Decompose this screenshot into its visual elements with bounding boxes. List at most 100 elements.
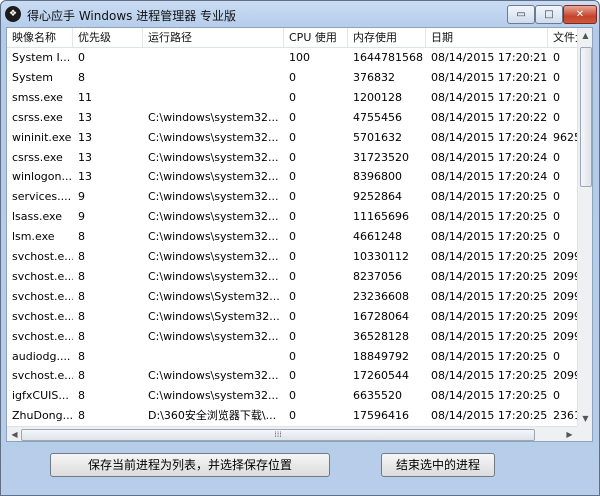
table-row[interactable]: svchost.e... 8 C:\windows\System32... 0 2323… bbox=[7, 287, 577, 306]
cell-cpu: 0 bbox=[289, 210, 296, 224]
vertical-scrollbar[interactable]: ▲ ▼ bbox=[577, 28, 592, 426]
cell-date: 08/14/2015 17:20:25 bbox=[431, 210, 548, 224]
cell-path bbox=[143, 88, 284, 107]
process-list[interactable]: 映像名称 优先级 运行路径 CPU 使用 内存使用 日期 文件大 System … bbox=[6, 27, 593, 442]
column-header-path[interactable]: 运行路径 bbox=[143, 28, 284, 47]
cell-file-size: 0 bbox=[553, 389, 560, 403]
cell-date: 08/14/2015 17:20:25 bbox=[431, 250, 548, 263]
cell-image-name: ZhuDong... bbox=[12, 409, 73, 423]
save-process-list-button[interactable]: 保存当前进程为列表，并选择保存位置 bbox=[50, 453, 330, 477]
cell-image-name: winlogon... bbox=[12, 170, 72, 184]
cell-date: 08/14/2015 17:20:22 bbox=[431, 110, 548, 124]
cell-path: C:\windows\System32... bbox=[148, 289, 280, 303]
cell-path: C:\windows\system32... bbox=[148, 170, 279, 184]
cell-priority: 8 bbox=[78, 329, 85, 343]
table-row[interactable]: ZhuDong... 8 D:\360安全浏览器下载\... 0 17596416 08/… bbox=[7, 406, 577, 425]
scroll-right-arrow-icon[interactable]: ▶ bbox=[562, 427, 577, 441]
table-row[interactable]: csrss.exe 13 C:\windows\system32... 0 317235… bbox=[7, 148, 577, 167]
cell-path: C:\windows\System32... bbox=[148, 309, 280, 323]
cell-date: 08/14/2015 17:20:25 bbox=[431, 369, 548, 383]
table-row[interactable]: svchost.e... 8 C:\windows\system32... 0 1726… bbox=[7, 366, 577, 385]
cell-image-name: smss.exe bbox=[12, 90, 63, 104]
cell-cpu: 0 bbox=[289, 309, 296, 323]
cell-date: 08/14/2015 17:20:25 bbox=[431, 190, 548, 204]
cell-date: 08/14/2015 17:20:25 bbox=[431, 289, 548, 303]
cell-file-size: 0 bbox=[553, 90, 560, 104]
column-header-priority[interactable]: 优先级 bbox=[73, 28, 143, 47]
app-logo-icon: ❖ bbox=[5, 6, 21, 22]
table-row[interactable]: smss.exe 11 0 1200128 08/14/2015 17:20:21 0 bbox=[7, 88, 577, 107]
cell-memory: 376832 bbox=[353, 70, 395, 84]
cell-file-size: 0 bbox=[553, 349, 560, 363]
cell-image-name: svchost.e... bbox=[12, 329, 73, 343]
maximize-button[interactable]: □ bbox=[535, 5, 563, 24]
cell-date: 08/14/2015 17:20:24 bbox=[431, 170, 548, 184]
table-row[interactable]: winlogon... 13 C:\windows\system32... 0 8396… bbox=[7, 167, 577, 186]
title-bar[interactable]: ❖ 得心应手 Windows 进程管理器 专业版 ▭ □ ✕ bbox=[1, 1, 599, 27]
column-header-image-name[interactable]: 映像名称 bbox=[7, 28, 73, 47]
vertical-scroll-thumb[interactable] bbox=[580, 47, 592, 187]
cell-cpu: 0 bbox=[289, 369, 296, 383]
cell-priority: 8 bbox=[78, 309, 85, 323]
cell-priority: 13 bbox=[78, 150, 92, 164]
cell-cpu: 0 bbox=[289, 90, 296, 104]
table-row[interactable]: lsm.exe 8 C:\windows\system32... 0 4661248 08… bbox=[7, 227, 577, 246]
cell-memory: 36528128 bbox=[353, 329, 409, 343]
cell-memory: 4755456 bbox=[353, 110, 402, 124]
cell-cpu: 0 bbox=[289, 409, 296, 423]
table-row[interactable]: svchost.e... 8 C:\windows\system32... 0 3652… bbox=[7, 327, 577, 346]
cell-path: C:\windows\system32... bbox=[148, 389, 279, 403]
scroll-left-arrow-icon[interactable]: ◀ bbox=[7, 427, 22, 441]
cell-image-name: lsm.exe bbox=[12, 230, 55, 244]
cell-memory: 17260544 bbox=[353, 369, 409, 383]
table-row[interactable]: System I... 0 100 1644781568 08/14/2015 17:2… bbox=[7, 48, 577, 67]
horizontal-scrollbar[interactable]: ◀ ⁞⁞⁞ ▶ bbox=[7, 426, 577, 441]
column-header-cpu[interactable]: CPU 使用 bbox=[284, 28, 348, 47]
table-row[interactable]: svchost.e... 8 C:\windows\system32... 0 1033… bbox=[7, 247, 577, 266]
cell-memory: 18849792 bbox=[353, 349, 409, 363]
cell-cpu: 0 bbox=[289, 329, 296, 343]
horizontal-scroll-thumb[interactable]: ⁞⁞⁞ bbox=[21, 429, 535, 441]
cell-image-name: svchost.e... bbox=[12, 369, 73, 383]
cell-memory: 6635520 bbox=[353, 389, 402, 403]
cell-cpu: 0 bbox=[289, 349, 296, 363]
cell-cpu: 0 bbox=[289, 250, 296, 263]
cell-memory: 23236608 bbox=[353, 289, 409, 303]
table-row[interactable]: svchost.e... 8 C:\windows\system32... 0 8237… bbox=[7, 267, 577, 286]
cell-file-size: 0 bbox=[553, 230, 560, 244]
cell-path: C:\windows\system32... bbox=[148, 329, 279, 343]
table-row[interactable]: System 8 0 376832 08/14/2015 17:20:21 0 bbox=[7, 68, 577, 87]
cell-path bbox=[143, 347, 284, 366]
cell-memory: 9252864 bbox=[353, 190, 402, 204]
table-row[interactable]: audiodg.... 8 0 18849792 08/14/2015 17:20:25… bbox=[7, 347, 577, 366]
end-selected-process-button[interactable]: 结束选中的进程 bbox=[381, 453, 495, 477]
scroll-corner bbox=[577, 426, 592, 441]
minimize-button[interactable]: ▭ bbox=[507, 5, 535, 24]
column-header-date[interactable]: 日期 bbox=[426, 28, 548, 47]
cell-image-name: svchost.e... bbox=[12, 269, 73, 283]
close-button[interactable]: ✕ bbox=[563, 5, 597, 24]
cell-cpu: 0 bbox=[289, 289, 296, 303]
cell-path: C:\windows\system32... bbox=[148, 269, 279, 283]
cell-memory: 8237056 bbox=[353, 269, 402, 283]
table-header: 映像名称 优先级 运行路径 CPU 使用 内存使用 日期 文件大 bbox=[7, 28, 588, 48]
cell-date: 08/14/2015 17:20:25 bbox=[431, 409, 548, 423]
scroll-down-arrow-icon[interactable]: ▼ bbox=[578, 411, 592, 426]
cell-path: C:\windows\system32... bbox=[148, 230, 279, 244]
table-row[interactable]: lsass.exe 9 C:\windows\system32... 0 1116569… bbox=[7, 207, 577, 226]
cell-memory: 16728064 bbox=[353, 309, 409, 323]
cell-image-name: csrss.exe bbox=[12, 150, 63, 164]
table-row[interactable]: svchost.e... 8 C:\windows\System32... 0 1672… bbox=[7, 307, 577, 326]
scroll-up-arrow-icon[interactable]: ▲ bbox=[578, 28, 592, 43]
column-header-memory[interactable]: 内存使用 bbox=[348, 28, 426, 47]
table-row[interactable]: services.... 9 C:\windows\system32... 0 9252… bbox=[7, 187, 577, 206]
cell-image-name: audiodg.... bbox=[12, 349, 71, 363]
cell-path: C:\windows\system32... bbox=[148, 250, 279, 263]
cell-file-size: 2361 bbox=[553, 409, 577, 423]
cell-priority: 13 bbox=[78, 110, 92, 124]
window-title: 得心应手 Windows 进程管理器 专业版 bbox=[27, 9, 237, 23]
cell-date: 08/14/2015 17:20:21 bbox=[431, 51, 548, 64]
table-row[interactable]: wininit.exe 13 C:\windows\system32... 0 5701… bbox=[7, 128, 577, 147]
table-row[interactable]: igfxCUIS... 8 C:\windows\system32... 0 66355… bbox=[7, 386, 577, 405]
table-row[interactable]: csrss.exe 13 C:\windows\system32... 0 475545… bbox=[7, 108, 577, 127]
